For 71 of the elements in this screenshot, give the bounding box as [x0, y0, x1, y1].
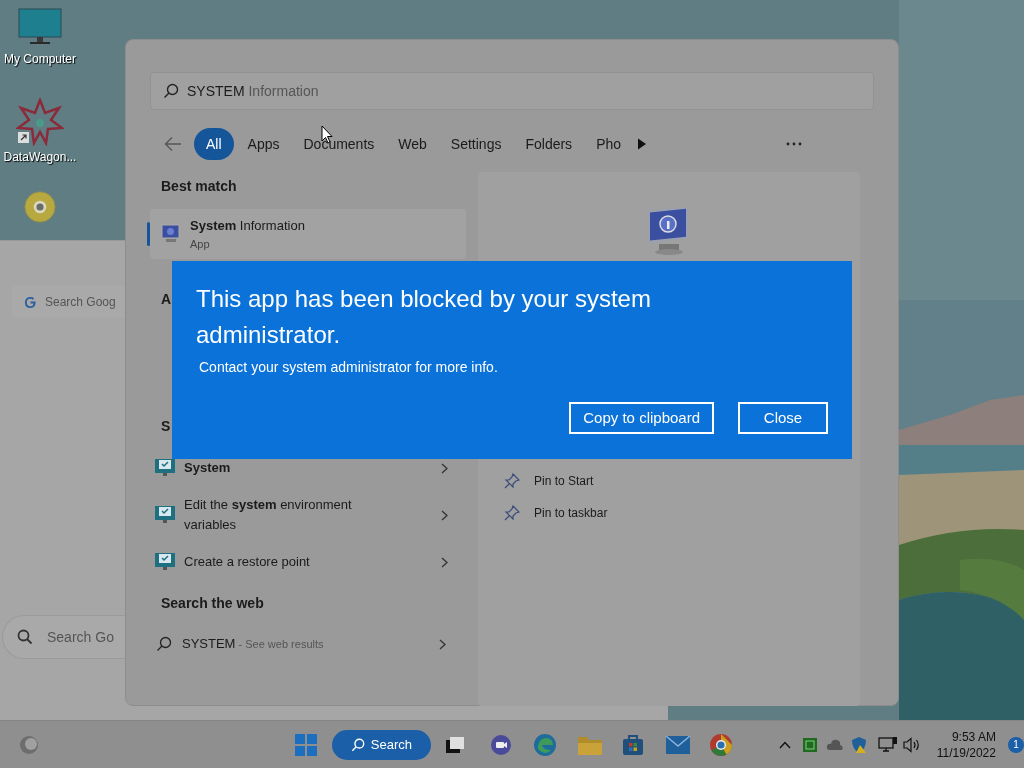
copy-button[interactable]: Copy to clipboard [569, 402, 714, 434]
weather-icon[interactable] [18, 733, 40, 756]
store-icon[interactable] [620, 732, 645, 757]
filter-tab[interactable]: Documents [293, 128, 385, 160]
search-icon [350, 737, 365, 752]
chat-icon[interactable] [488, 733, 513, 756]
start-icon[interactable] [294, 732, 318, 757]
result-title: SYSTEM - See web results [182, 635, 325, 654]
close-button[interactable]: Close [738, 402, 828, 434]
chevron-right-icon [441, 509, 448, 521]
search-field[interactable]: Search Go [2, 615, 125, 659]
section-heading: Best match [161, 177, 238, 196]
filter-tab[interactable]: Web [388, 128, 437, 160]
result-type: App [190, 236, 211, 252]
best-match-result[interactable]: System Information App [150, 209, 466, 259]
result-title: Create a restore point [184, 553, 311, 571]
mail-icon[interactable] [664, 734, 691, 755]
filter-tab[interactable]: All [194, 128, 234, 160]
play-icon[interactable] [637, 138, 648, 150]
search-query: SYSTEM Information [187, 81, 319, 101]
chevron-right-icon [441, 462, 448, 474]
chip-icon[interactable] [801, 736, 818, 753]
shield-icon[interactable] [850, 735, 867, 754]
filter-tab[interactable]: Pho [586, 128, 632, 160]
section-heading: Search the web [161, 594, 265, 613]
monitor-check-icon [154, 457, 176, 479]
star-burst-icon [16, 98, 64, 146]
pin-action[interactable]: Pin to Start [504, 472, 608, 490]
network-icon[interactable] [877, 735, 898, 754]
monitor-check-icon [154, 504, 176, 526]
result-title: System Information [190, 217, 305, 235]
section-heading: S [161, 417, 171, 436]
settings-result[interactable]: Create a restore point [150, 543, 466, 581]
search-icon [163, 83, 179, 99]
google-g-icon [24, 295, 37, 309]
filter-tab[interactable]: Apps [237, 128, 290, 160]
pin-icon [504, 505, 520, 521]
web-result[interactable]: SYSTEM - See web results [150, 626, 466, 662]
more-icon[interactable] [786, 142, 802, 146]
task-view-icon[interactable] [444, 735, 465, 754]
result-title: System [184, 459, 232, 477]
desktop-icon[interactable]: DataWagon... [3, 98, 77, 166]
notification-badge[interactable]: 1 [1007, 736, 1024, 753]
clock[interactable]: 9:53 AM 11/19/2022 [936, 728, 996, 761]
search-button[interactable]: Search [331, 729, 431, 760]
result-title: Edit the system environment variables [184, 496, 353, 534]
desktop-icon[interactable]: My Computer [4, 8, 76, 68]
filter-tab[interactable]: Folders [515, 128, 583, 160]
volume-icon[interactable] [902, 736, 921, 753]
search-field[interactable]: SYSTEM Information [150, 72, 874, 110]
cloud-icon[interactable] [825, 737, 844, 752]
filter-tab[interactable]: Settings [440, 128, 512, 160]
disc-icon [21, 190, 59, 224]
search-icon [156, 636, 172, 652]
computer-info-icon [160, 223, 182, 245]
chevron-right-icon [439, 638, 446, 650]
desktop-icon[interactable] [21, 190, 59, 224]
pin-icon [504, 473, 520, 489]
chevron-up-icon[interactable] [778, 740, 791, 749]
chrome-icon[interactable] [708, 732, 733, 757]
edge-icon[interactable] [532, 732, 557, 757]
search-icon [17, 629, 33, 645]
back-arrow-icon[interactable] [164, 136, 182, 152]
monitor-check-icon [154, 551, 176, 573]
selection-indicator [147, 222, 150, 246]
chevron-right-icon [441, 556, 448, 568]
dialog-message: Contact your system administrator for more info. [199, 358, 499, 377]
dialog-title: This app has been blocked by your system administrator. [196, 284, 652, 350]
section-heading: A [161, 290, 172, 309]
pin-action[interactable]: Pin to taskbar [504, 504, 608, 522]
settings-result[interactable]: Edit the system environment variables [150, 487, 466, 543]
